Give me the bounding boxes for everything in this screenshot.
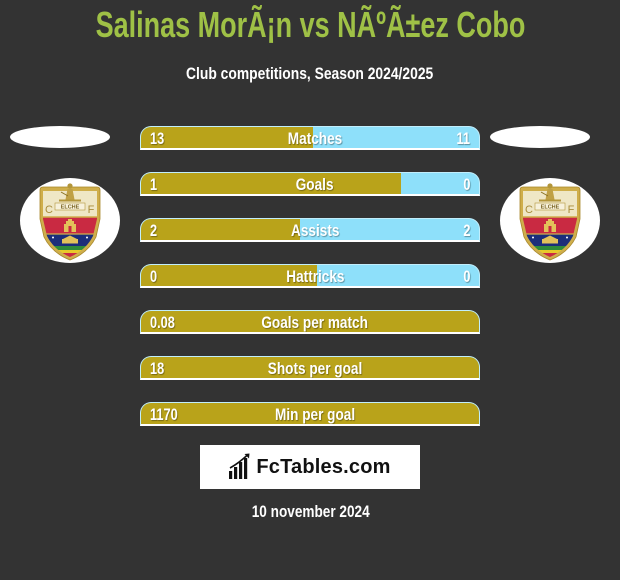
- right-value: 0: [462, 267, 470, 286]
- stat-row-assists: 2 Assists 2: [140, 218, 480, 242]
- left-player-name-pill: [10, 126, 110, 148]
- stat-label: Hattricks: [285, 267, 345, 286]
- stat-row-shots-per-goal: 18 Shots per goal: [140, 356, 480, 380]
- right-value: 0: [462, 175, 470, 194]
- bar-chart-growth-icon: [229, 453, 250, 479]
- right-value: 2: [462, 221, 470, 240]
- page-title-wrap: Salinas MorÃ¡n vs NÃºÃ±ez Cobo: [0, 4, 620, 46]
- stat-label: Matches: [287, 129, 343, 148]
- stat-label: Assists: [290, 221, 340, 240]
- right-team-crest: [500, 178, 600, 263]
- right-value: 11: [456, 129, 470, 148]
- date-wrap: 10 november 2024: [1, 502, 620, 522]
- stat-label: Goals: [296, 175, 334, 194]
- competition-subtitle: Club competitions, Season 2024/2025: [186, 64, 434, 83]
- stat-label: Shots per goal: [267, 359, 363, 378]
- stat-row-hattricks: 0 Hattricks 0: [140, 264, 480, 288]
- stat-row-goals: 1 Goals 0: [140, 172, 480, 196]
- stat-row-goals-per-match: 0.08 Goals per match: [140, 310, 480, 334]
- fctables-logo-text: FcTables.com: [256, 455, 391, 478]
- elche-cf-crest-icon: [517, 179, 583, 261]
- stat-label: Min per goal: [274, 405, 356, 424]
- left-team-crest: [20, 178, 120, 263]
- right-player-name-pill: [490, 126, 590, 148]
- subtitle-wrap: Club competitions, Season 2024/2025: [0, 64, 620, 84]
- fctables-logo-link[interactable]: FcTables.com: [200, 445, 420, 489]
- report-date: 10 november 2024: [252, 502, 370, 521]
- stat-row-min-per-goal: 1170 Min per goal: [140, 402, 480, 426]
- stat-label: Goals per match: [261, 313, 369, 332]
- elche-cf-crest-icon: [37, 179, 103, 261]
- page-title: Salinas MorÃ¡n vs NÃºÃ±ez Cobo: [95, 4, 525, 45]
- stat-row-matches: 13 Matches 11: [140, 126, 480, 150]
